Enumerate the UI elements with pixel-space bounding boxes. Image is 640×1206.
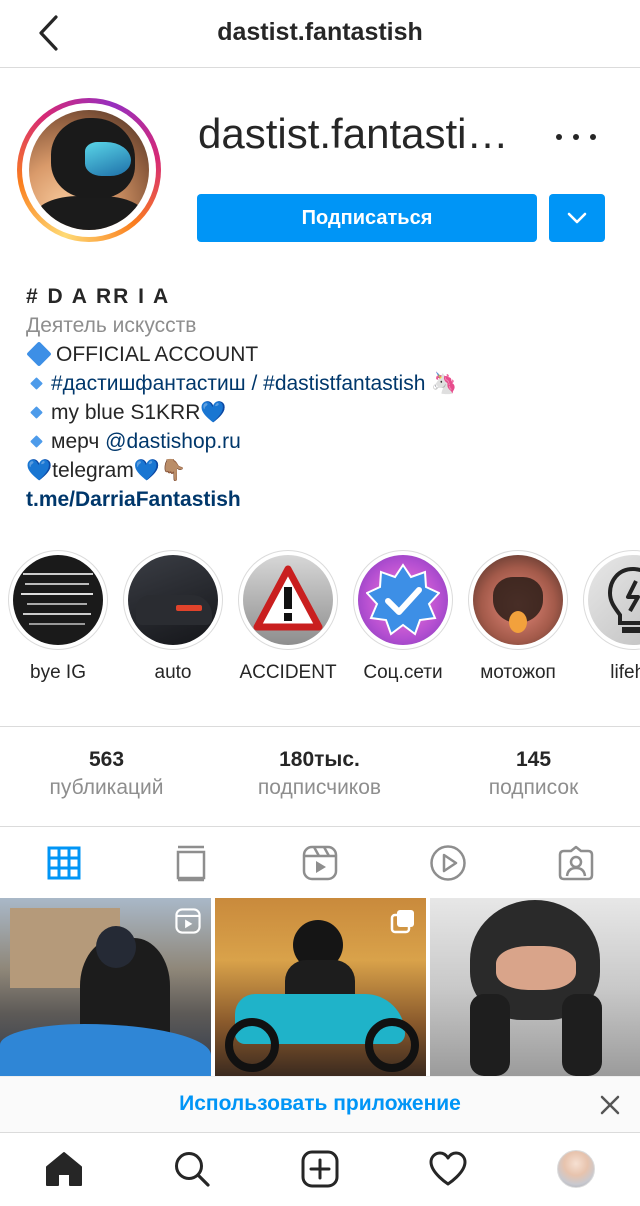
hashtag-link[interactable]: #дастишфантастиш [51, 372, 246, 395]
bio-line-telegram: 💙telegram💙👇🏽 [26, 459, 187, 482]
mention-link[interactable]: @dastishop.ru [105, 430, 241, 453]
profile-avatar-ring[interactable] [17, 98, 161, 242]
highlight-label: Соц.сети [363, 662, 443, 683]
close-icon[interactable] [598, 1093, 622, 1117]
profile-username: dastist.fantasti… [198, 110, 509, 157]
bio-name: # D A RR I A [26, 285, 171, 308]
home-icon[interactable] [44, 1149, 84, 1189]
profile-bio: # D A RR I A Деятель искусств OFFICIAL A… [26, 282, 626, 514]
avatar [557, 1150, 595, 1188]
bottom-navigation [0, 1132, 640, 1206]
highlight-item[interactable]: ACCIDENT [233, 550, 343, 684]
highlight-label: ACCIDENT [239, 662, 337, 683]
grid-icon[interactable] [44, 843, 84, 883]
highlight-item[interactable]: мотожоп [463, 550, 573, 684]
hashtag-link[interactable]: #dastistfantastish [263, 372, 425, 395]
reels-icon[interactable] [300, 843, 340, 883]
highlight-label: bye IG [30, 662, 86, 683]
reels-badge-icon [175, 908, 201, 939]
top-bar: dastist.fantastish [0, 0, 640, 68]
more-options-icon[interactable] [556, 122, 596, 152]
small-diamond-icon [30, 406, 43, 419]
stat-following[interactable]: 145 подписок [427, 748, 640, 800]
search-icon[interactable] [172, 1149, 212, 1189]
open-app-link[interactable]: Использовать приложение [0, 1092, 640, 1116]
bio-line-merch: мерч @dastishop.ru [26, 427, 626, 456]
divider [0, 726, 640, 727]
bio-line-official: OFFICIAL ACCOUNT [26, 340, 626, 369]
small-diamond-icon [30, 435, 43, 448]
highlight-item[interactable]: bye IG [3, 550, 113, 684]
post-thumbnail[interactable] [0, 898, 211, 1076]
profile-nav-avatar[interactable] [556, 1149, 596, 1189]
carousel-badge-icon [390, 908, 416, 939]
blue-diamond-icon [26, 341, 52, 367]
new-post-icon[interactable] [300, 1149, 340, 1189]
chevron-down-icon [567, 212, 587, 224]
bio-category: Деятель искусств [26, 314, 197, 337]
profile-tabs [0, 826, 640, 898]
suggestions-dropdown-button[interactable] [549, 194, 605, 242]
highlight-item[interactable]: Соц.сети [348, 550, 458, 684]
post-thumbnail[interactable] [430, 898, 640, 1076]
highlight-item[interactable]: auto [118, 550, 228, 684]
posts-grid [0, 898, 640, 1076]
small-diamond-icon [30, 377, 43, 390]
bio-line-hashtags: #дастишфантастиш / #dastistfantastish 🦄 [26, 369, 626, 398]
stat-posts: 563 публикаций [49, 748, 164, 799]
story-highlights: bye IG auto ACCIDENT Соц.сети мотожоп li… [0, 550, 640, 690]
highlight-item[interactable]: lifeha [578, 550, 640, 684]
video-icon[interactable] [428, 843, 468, 883]
bio-external-link[interactable]: t.me/DarriaFantastish [26, 485, 626, 514]
highlight-label: мотожоп [480, 662, 556, 683]
activity-icon[interactable] [428, 1149, 468, 1189]
post-thumbnail[interactable] [215, 898, 426, 1076]
igtv-icon[interactable] [171, 843, 211, 883]
bio-line-bike: my blue S1KRR💙 [26, 398, 626, 427]
highlight-label: lifeha [610, 662, 640, 683]
open-app-banner: Использовать приложение [0, 1076, 640, 1132]
follow-button[interactable]: Подписаться [197, 194, 537, 242]
tagged-icon[interactable] [556, 843, 596, 883]
stat-followers[interactable]: 180тыс. подписчиков [213, 748, 426, 800]
page-title: dastist.fantastish [217, 18, 423, 46]
profile-stats: 563 публикаций 180тыс. подписчиков 145 п… [0, 748, 640, 808]
profile-avatar [29, 110, 149, 230]
highlight-label: auto [154, 662, 192, 683]
